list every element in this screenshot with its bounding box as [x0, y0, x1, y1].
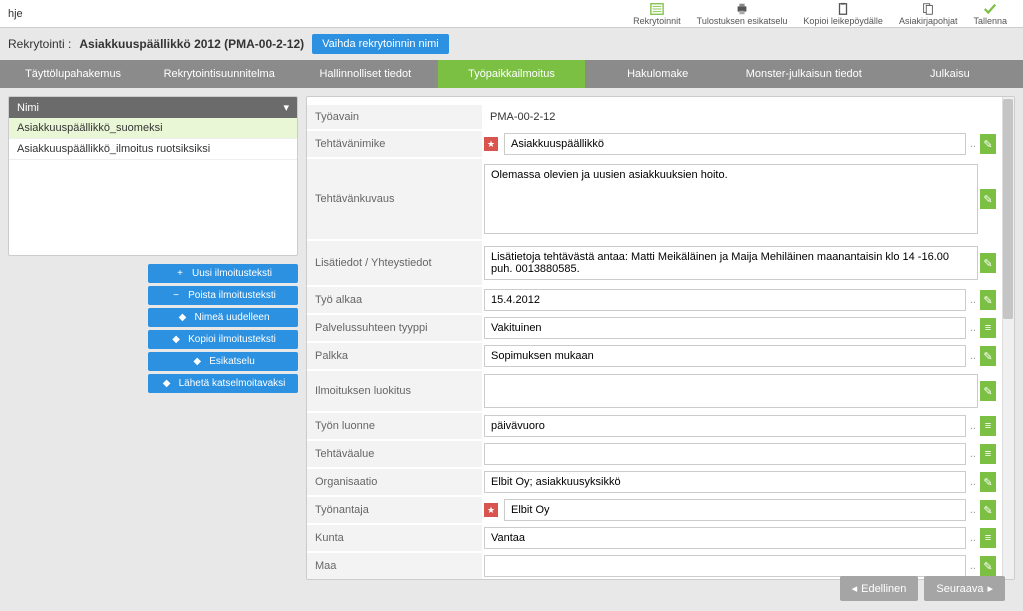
send-review-button[interactable]: ◆Lähetä katselmoitavaksi — [148, 374, 298, 393]
list-icon[interactable] — [980, 528, 996, 548]
more-icon[interactable]: .. — [968, 294, 978, 306]
scrollbar-thumb[interactable] — [1003, 99, 1013, 319]
next-button[interactable]: Seuraava▸ — [924, 576, 1005, 601]
lisatiedot-label: Lisätiedot / Yhteystiedot — [307, 241, 482, 285]
more-icon[interactable]: .. — [968, 448, 978, 460]
tehtavaalue-input[interactable] — [484, 443, 966, 465]
edit-icon[interactable] — [980, 253, 996, 273]
edit-icon[interactable] — [980, 290, 996, 310]
list-icon — [649, 2, 665, 16]
palvelussuhteen-input[interactable] — [484, 317, 966, 339]
required-icon: ★ — [484, 137, 498, 151]
kunta-label: Kunta — [307, 525, 482, 551]
save-button[interactable]: Tallenna — [965, 0, 1015, 28]
chevron-left-icon: ◂ — [852, 582, 858, 595]
tab-julkaisu[interactable]: Julkaisu — [877, 60, 1023, 88]
more-icon[interactable]: .. — [968, 138, 978, 150]
edit-icon[interactable] — [980, 134, 996, 154]
form-panel: Työavain PMA-00-2-12 Tehtävänimike ★ .. … — [306, 96, 1015, 580]
list-header[interactable]: Nimi ▾ — [9, 97, 297, 118]
footer-nav: ◂Edellinen Seuraava▸ — [840, 576, 1005, 601]
list-icon[interactable] — [980, 444, 996, 464]
preview-button[interactable]: ◆Esikatselu — [148, 352, 298, 371]
tab-rekrytointisuunnitelma[interactable]: Rekrytointisuunnitelma — [146, 60, 292, 88]
tab-tyopaikkailmoitus[interactable]: Työpaikkailmoitus — [438, 60, 584, 88]
more-icon[interactable]: .. — [968, 476, 978, 488]
maa-input[interactable] — [484, 555, 966, 577]
palkka-input[interactable] — [484, 345, 966, 367]
delete-ad-text-button[interactable]: −Poista ilmoitusteksti — [148, 286, 298, 305]
edit-icon[interactable] — [980, 472, 996, 492]
kunta-input[interactable] — [484, 527, 966, 549]
list-item[interactable]: Asiakkuuspäällikkö_suomeksi — [9, 118, 297, 139]
ad-text-list: Nimi ▾ Asiakkuuspäällikkö_suomeksi Asiak… — [8, 96, 298, 256]
edit-icon[interactable] — [980, 189, 996, 209]
sort-icon: ▾ — [283, 101, 289, 114]
organisaatio-input[interactable] — [484, 471, 966, 493]
chevron-right-icon: ▸ — [987, 582, 993, 595]
new-ad-text-button[interactable]: +Uusi ilmoitusteksti — [148, 264, 298, 283]
rekrytoinnit-button[interactable]: Rekrytoinnit — [625, 0, 689, 28]
tehtavaalue-label: Tehtäväalue — [307, 441, 482, 467]
more-icon[interactable]: .. — [968, 560, 978, 572]
tyo-alkaa-input[interactable] — [484, 289, 966, 311]
tyonantaja-label: Työnantaja — [307, 497, 482, 523]
ilmoituksen-luokitus-label: Ilmoituksen luokitus — [307, 371, 482, 411]
breadcrumb: Rekrytointi : Asiakkuuspäällikkö 2012 (P… — [0, 28, 1023, 60]
breadcrumb-prefix: Rekrytointi : — [8, 37, 71, 51]
page-title: Asiakkuuspäällikkö 2012 (PMA-00-2-12) — [79, 37, 304, 51]
tehtavanimike-label: Tehtävänimike — [307, 131, 482, 157]
topbar: hje Rekrytoinnit Tulostuksen esikatselu … — [0, 0, 1023, 28]
maa-label: Maa — [307, 553, 482, 579]
edit-icon[interactable] — [980, 500, 996, 520]
required-icon: ★ — [484, 503, 498, 517]
tab-hakulomake[interactable]: Hakulomake — [585, 60, 731, 88]
copy-clipboard-button[interactable]: Kopioi leikepöydälle — [795, 0, 891, 28]
ilmoituksen-luokitus-input[interactable] — [484, 374, 978, 408]
more-icon[interactable]: .. — [968, 504, 978, 516]
list-actions: +Uusi ilmoitusteksti −Poista ilmoitustek… — [8, 264, 298, 396]
tyon-luonne-label: Työn luonne — [307, 413, 482, 439]
more-icon[interactable]: .. — [968, 532, 978, 544]
tyoavain-label: Työavain — [307, 105, 482, 129]
more-icon[interactable]: .. — [968, 420, 978, 432]
scrollbar[interactable] — [1002, 97, 1014, 579]
print-preview-button[interactable]: Tulostuksen esikatselu — [689, 0, 796, 28]
printer-icon — [734, 2, 750, 16]
edit-icon[interactable] — [980, 556, 996, 576]
tab-hallinnolliset-tiedot[interactable]: Hallinnolliset tiedot — [292, 60, 438, 88]
copy-ad-text-button[interactable]: ◆Kopioi ilmoitusteksti — [148, 330, 298, 349]
tyonantaja-input[interactable] — [504, 499, 966, 521]
help-link[interactable]: hje — [8, 8, 23, 20]
tyon-luonne-input[interactable] — [484, 415, 966, 437]
rename-button[interactable]: Vaihda rekrytoinnin nimi — [312, 34, 449, 54]
edit-icon[interactable] — [980, 346, 996, 366]
clipboard-icon — [835, 2, 851, 16]
prev-button[interactable]: ◂Edellinen — [840, 576, 919, 601]
templates-button[interactable]: Asiakirjapohjat — [891, 0, 966, 28]
check-icon — [982, 2, 998, 16]
palkka-label: Palkka — [307, 343, 482, 369]
document-icon — [920, 2, 936, 16]
main-tabs: Täyttölupahakemus Rekrytointisuunnitelma… — [0, 60, 1023, 88]
more-icon[interactable]: .. — [968, 322, 978, 334]
tab-monster-julkaisun-tiedot[interactable]: Monster-julkaisun tiedot — [731, 60, 877, 88]
tyoavain-value: PMA-00-2-12 — [484, 107, 561, 127]
tehtavanimike-input[interactable] — [504, 133, 966, 155]
lisatiedot-input[interactable] — [484, 246, 978, 280]
edit-icon[interactable] — [980, 381, 996, 401]
tyo-alkaa-label: Työ alkaa — [307, 287, 482, 313]
palvelussuhteen-label: Palvelussuhteen tyyppi — [307, 315, 482, 341]
list-icon[interactable] — [980, 318, 996, 338]
organisaatio-label: Organisaatio — [307, 469, 482, 495]
list-item[interactable]: Asiakkuuspäällikkö_ilmoitus ruotsiksiksi — [9, 139, 297, 160]
tab-tayttolupahakemus[interactable]: Täyttölupahakemus — [0, 60, 146, 88]
rename-ad-text-button[interactable]: ◆Nimeä uudelleen — [148, 308, 298, 327]
more-icon[interactable]: .. — [968, 350, 978, 362]
list-icon[interactable] — [980, 416, 996, 436]
tehtavankuvaus-label: Tehtävänkuvaus — [307, 159, 482, 239]
tehtavankuvaus-input[interactable] — [484, 164, 978, 234]
